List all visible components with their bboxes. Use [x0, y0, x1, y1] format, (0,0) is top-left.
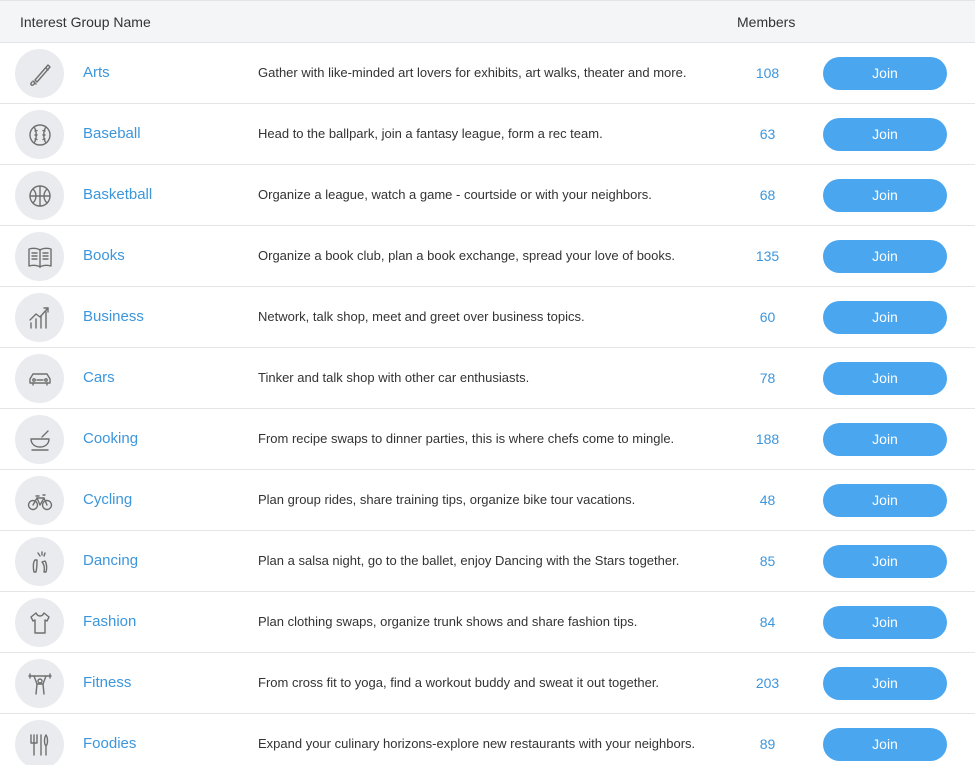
- group-description: Organize a league, watch a game - courts…: [258, 187, 652, 202]
- paintbrush-icon: [15, 49, 64, 98]
- group-row-fashion: Fashion Plan clothing swaps, organize tru…: [0, 592, 975, 653]
- group-row-cycling: Cycling Plan group rides, share training …: [0, 470, 975, 531]
- group-description: Plan clothing swaps, organize trunk show…: [258, 614, 638, 629]
- group-description: From cross fit to yoga, find a workout b…: [258, 675, 660, 690]
- shirt-icon: [15, 598, 64, 647]
- join-button[interactable]: Join: [823, 606, 947, 639]
- bicycle-icon: [15, 476, 64, 525]
- column-header-members: Members: [737, 14, 796, 30]
- join-button[interactable]: Join: [823, 728, 947, 761]
- group-row-cooking: Cooking From recipe swaps to dinner parti…: [0, 409, 975, 470]
- member-count[interactable]: 48: [740, 492, 795, 508]
- group-row-business: Business Network, talk shop, meet and gre…: [0, 287, 975, 348]
- member-count[interactable]: 60: [740, 309, 795, 325]
- group-list: Arts Gather with like-minded art lovers f…: [0, 43, 975, 765]
- member-count[interactable]: 84: [740, 614, 795, 630]
- member-count[interactable]: 85: [740, 553, 795, 569]
- group-name-link[interactable]: Foodies: [83, 735, 136, 752]
- table-header: Interest Group Name Members: [0, 0, 975, 43]
- join-button[interactable]: Join: [823, 423, 947, 456]
- member-count[interactable]: 68: [740, 187, 795, 203]
- group-name-link[interactable]: Business: [83, 308, 144, 325]
- group-row-foodies: Foodies Expand your culinary horizons-exp…: [0, 714, 975, 765]
- join-button[interactable]: Join: [823, 362, 947, 395]
- group-description: Gather with like-minded art lovers for e…: [258, 65, 687, 80]
- member-count[interactable]: 63: [740, 126, 795, 142]
- group-description: Network, talk shop, meet and greet over …: [258, 309, 585, 324]
- join-button[interactable]: Join: [823, 179, 947, 212]
- group-row-arts: Arts Gather with like-minded art lovers f…: [0, 43, 975, 104]
- join-button[interactable]: Join: [823, 484, 947, 517]
- car-icon: [15, 354, 64, 403]
- member-count[interactable]: 203: [740, 675, 795, 691]
- group-name-link[interactable]: Dancing: [83, 552, 138, 569]
- member-count[interactable]: 135: [740, 248, 795, 264]
- join-button[interactable]: Join: [823, 545, 947, 578]
- group-name-link[interactable]: Books: [83, 247, 125, 264]
- group-description: From recipe swaps to dinner parties, thi…: [258, 431, 675, 446]
- bar-chart-icon: [15, 293, 64, 342]
- member-count[interactable]: 188: [740, 431, 795, 447]
- group-row-baseball: Baseball Head to the ballpark, join a fan…: [0, 104, 975, 165]
- interest-groups-table: Interest Group Name Members Arts Gather w…: [0, 0, 975, 765]
- join-button[interactable]: Join: [823, 118, 947, 151]
- weightlifter-icon: [15, 659, 64, 708]
- join-button[interactable]: Join: [823, 57, 947, 90]
- group-row-basketball: Basketball Organize a league, watch a gam…: [0, 165, 975, 226]
- member-count[interactable]: 89: [740, 736, 795, 752]
- member-count[interactable]: 108: [740, 65, 795, 81]
- baseball-icon: [15, 110, 64, 159]
- group-row-dancing: Dancing Plan a salsa night, go to the bal…: [0, 531, 975, 592]
- group-name-link[interactable]: Cycling: [83, 491, 132, 508]
- group-description: Organize a book club, plan a book exchan…: [258, 248, 675, 263]
- group-row-fitness: Fitness From cross fit to yoga, find a wo…: [0, 653, 975, 714]
- join-button[interactable]: Join: [823, 667, 947, 700]
- group-name-link[interactable]: Fashion: [83, 613, 136, 630]
- group-row-cars: Cars Tinker and talk shop with other car …: [0, 348, 975, 409]
- book-icon: [15, 232, 64, 281]
- group-name-link[interactable]: Basketball: [83, 186, 152, 203]
- cutlery-icon: [15, 720, 64, 765]
- group-row-books: Books Organize a book club, plan a book e…: [0, 226, 975, 287]
- group-name-link[interactable]: Fitness: [83, 674, 131, 691]
- join-button[interactable]: Join: [823, 301, 947, 334]
- group-name-link[interactable]: Cooking: [83, 430, 138, 447]
- group-name-link[interactable]: Arts: [83, 64, 110, 81]
- group-description: Head to the ballpark, join a fantasy lea…: [258, 126, 603, 141]
- group-description: Tinker and talk shop with other car enth…: [258, 370, 530, 385]
- join-button[interactable]: Join: [823, 240, 947, 273]
- group-description: Plan group rides, share training tips, o…: [258, 492, 636, 507]
- group-name-link[interactable]: Cars: [83, 369, 115, 386]
- group-description: Plan a salsa night, go to the ballet, en…: [258, 553, 680, 568]
- column-header-name: Interest Group Name: [20, 14, 151, 30]
- dance-shoes-icon: [15, 537, 64, 586]
- bowl-icon: [15, 415, 64, 464]
- basketball-icon: [15, 171, 64, 220]
- group-description: Expand your culinary horizons-explore ne…: [258, 736, 696, 751]
- group-name-link[interactable]: Baseball: [83, 125, 141, 142]
- member-count[interactable]: 78: [740, 370, 795, 386]
